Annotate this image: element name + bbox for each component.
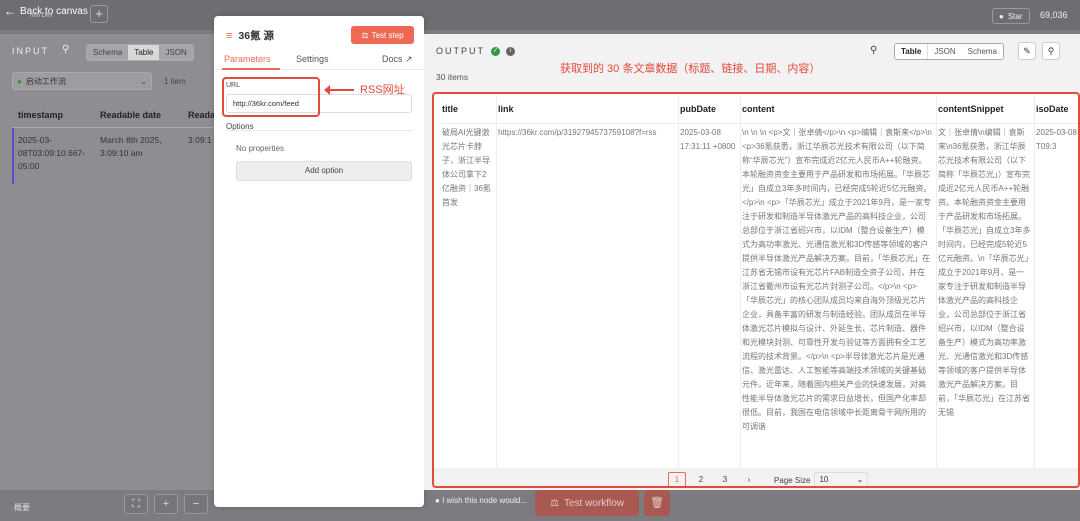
input-heading: INPUT [12, 46, 49, 56]
node-parameters-panel: ≡ 36氪 源 ⚖ Test step Parameters Settings … [214, 16, 424, 507]
node-title: ≡ 36氪 源 [226, 28, 274, 43]
output-heading: OUTPUT ✓ i [436, 46, 515, 56]
external-link-icon: ↗ [405, 54, 413, 64]
output-view-table[interactable]: Table [895, 44, 929, 59]
zoom-out-icon[interactable]: − [184, 494, 208, 514]
edit-pencil-icon[interactable]: ✎ [1018, 42, 1036, 60]
input-view-schema[interactable]: Schema [87, 45, 129, 60]
output-view-schema[interactable]: Schema [961, 44, 1004, 59]
arrow-left-icon: ← [4, 4, 16, 18]
output-panel: OUTPUT ✓ i 30 items 获取到的 30 条文章数据（标题、链接、… [424, 34, 1080, 490]
zoom-in-icon[interactable]: + [154, 494, 178, 514]
search-icon[interactable]: ⚲ [62, 44, 69, 55]
input-col-readable-time: Reada [182, 104, 214, 128]
test-step-button[interactable]: ⚖ Test step [351, 26, 414, 44]
trash-icon[interactable]: 🗑 [644, 490, 670, 516]
rss-icon: ≡ [226, 29, 233, 42]
star-label: Star [1007, 11, 1023, 21]
add-tab-button[interactable]: + [90, 5, 108, 23]
active-tab-underline [222, 68, 280, 70]
chevron-down-icon: ⌄ [140, 76, 147, 86]
rss-url-annotation: RSS网址 [360, 84, 405, 96]
no-properties-text: No properties [236, 144, 285, 153]
lightbulb-icon: ● [435, 496, 440, 505]
tab-parameters[interactable]: Parameters [224, 54, 271, 64]
flask-icon: ⚖ [550, 497, 559, 509]
workflow-subname: n8n Dev [30, 13, 53, 19]
bottom-left-label: 概要 [14, 503, 30, 512]
output-item-count: 30 items [436, 72, 469, 82]
test-workflow-label: Test workflow [563, 497, 624, 509]
annotation-arrow [324, 85, 354, 95]
success-check-icon: ✓ [491, 46, 500, 56]
input-view-json[interactable]: JSON [159, 45, 193, 60]
info-icon[interactable]: i [506, 46, 515, 56]
input-col-timestamp: timestamp [12, 104, 94, 128]
output-highlight-box [432, 92, 1080, 488]
github-star-button[interactable]: ● Star [992, 8, 1030, 24]
input-cell-readable-time: 3:09:1 [188, 135, 212, 145]
tab-settings[interactable]: Settings [296, 54, 329, 64]
input-cell-timestamp: 2025-03-08T03:09:10.667-05:00 [18, 135, 86, 171]
canvas-tools: ⛶ + − [124, 494, 208, 514]
flask-icon: ⚖ [361, 30, 369, 40]
zoom-to-fit-icon[interactable]: ⛶ [124, 494, 148, 514]
output-view-toggle: Table JSON Schema [894, 43, 1005, 60]
input-view-table[interactable]: Table [128, 45, 160, 60]
input-view-toggle: Schema Table JSON [86, 44, 194, 61]
node-tabs: Parameters Settings Docs ↗ [214, 52, 424, 70]
options-divider [226, 130, 412, 131]
node-title-text[interactable]: 36氪 源 [238, 28, 274, 43]
add-option-button[interactable]: Add option [236, 161, 412, 181]
success-check-icon: ● [17, 76, 22, 86]
test-step-label: Test step [371, 30, 404, 40]
input-item-count: 1 item [164, 77, 186, 86]
top-bar: ← Back to canvas n8n Dev + ● Star 69,036 [0, 0, 1080, 30]
feedback-prompt-text: I wish this node would... [442, 496, 528, 505]
input-node-select[interactable]: ● 启动工作流 ⌄ [12, 72, 152, 90]
feedback-prompt[interactable]: ● I wish this node would... [435, 496, 527, 505]
docs-link[interactable]: Docs ↗ [382, 54, 413, 65]
input-cell-readable-date: March 8th 2025, 3:09:10 am [100, 135, 162, 158]
output-heading-text: OUTPUT [436, 46, 485, 56]
test-workflow-button[interactable]: ⚖ Test workflow [535, 490, 639, 516]
input-table: timestamp Readable date Reada 2025-03-08… [12, 104, 214, 214]
input-col-readable-date: Readable date [94, 104, 182, 128]
input-panel: INPUT ⚲ Schema Table JSON ● 启动工作流 ⌄ 1 it… [0, 34, 214, 490]
search-icon[interactable]: ⚲ [870, 45, 877, 56]
input-node-select-value: 启动工作流 [25, 76, 66, 86]
rss-url-highlight [222, 77, 320, 117]
selected-row-indicator [12, 128, 14, 184]
pin-icon[interactable]: ⚲ [1042, 42, 1060, 60]
github-icon: ● [999, 11, 1004, 21]
output-view-json[interactable]: JSON [928, 44, 962, 59]
output-annotation: 获取到的 30 条文章数据（标题、链接、日期、内容） [560, 63, 821, 75]
star-count: 69,036 [1040, 10, 1068, 20]
